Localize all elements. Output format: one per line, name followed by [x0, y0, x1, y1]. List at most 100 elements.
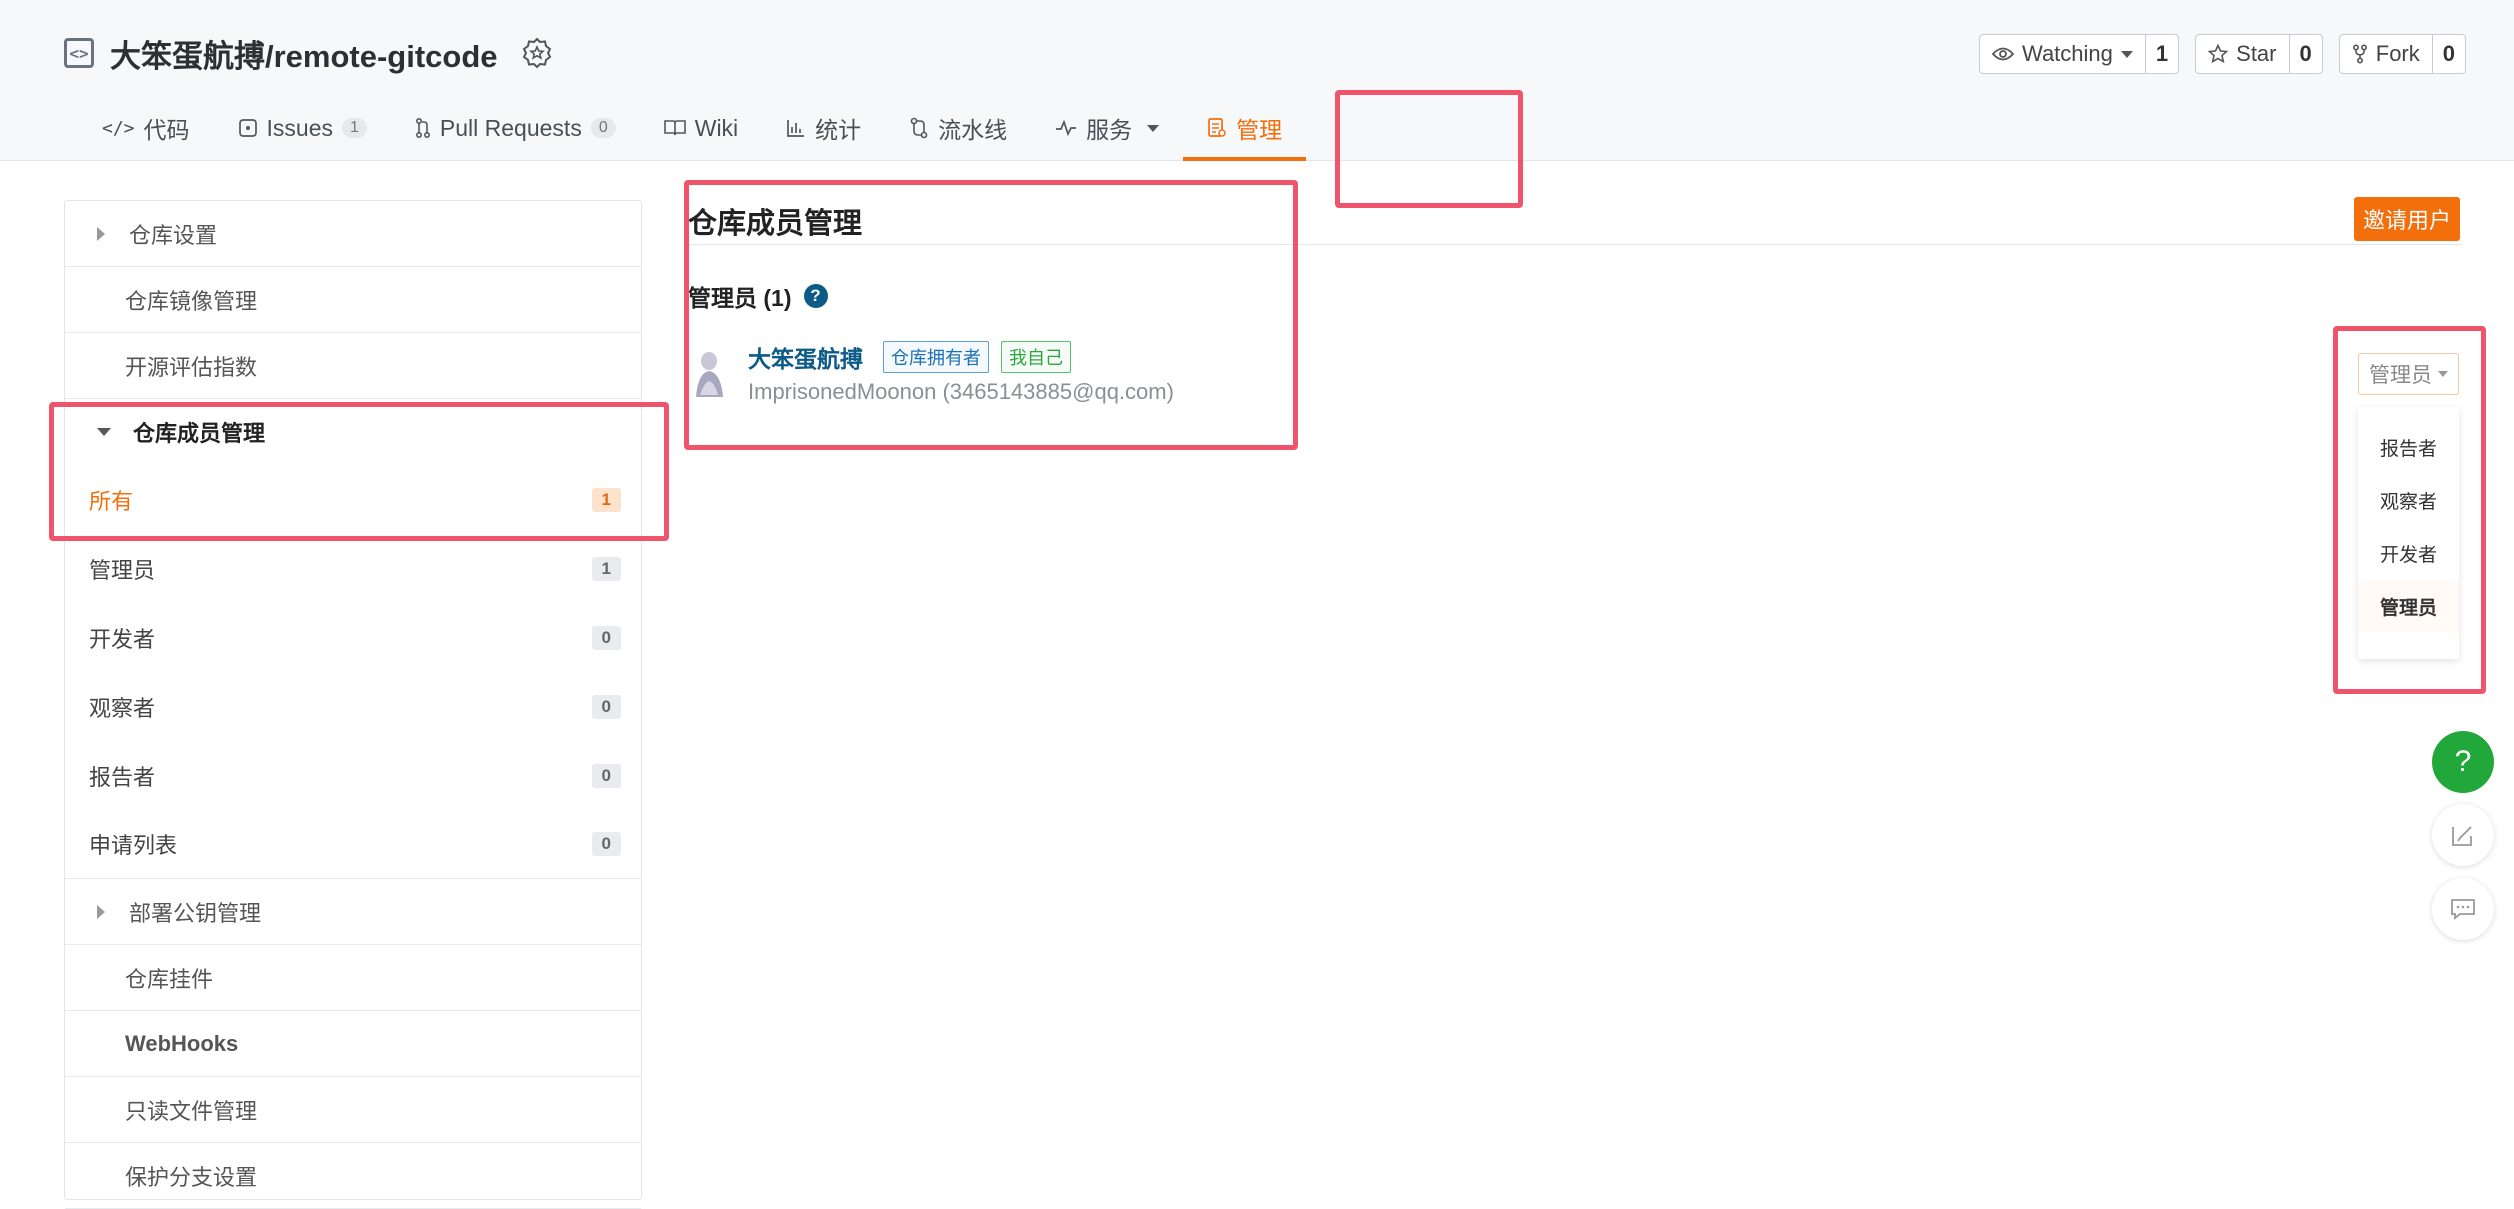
tab-manage[interactable]: 管理 — [1183, 108, 1307, 161]
page-title: 仓库成员管理 — [688, 208, 863, 240]
issue-icon — [238, 119, 257, 137]
settings-sidebar: 仓库设置 仓库镜像管理 开源评估指数 仓库成员管理 所有 1 管理员 1 开发者… — [64, 200, 642, 1209]
tab-stats-label: 统计 — [815, 117, 862, 143]
star-label: Star — [2236, 41, 2277, 66]
chevron-down-icon — [2438, 371, 2448, 377]
role-option-developer[interactable]: 开发者 — [2358, 527, 2459, 580]
sidebar-group-label: 部署公钥管理 — [129, 900, 262, 926]
tab-stats[interactable]: 统计 — [762, 108, 885, 148]
sidebar-item-observers[interactable]: 观察者 0 — [65, 672, 641, 741]
invite-user-button[interactable]: 邀请用户 — [2354, 197, 2460, 241]
repo-tabs: </> 代码 Issues 1 Pull Requests 0 Wiki 统计 … — [78, 108, 1307, 161]
tab-wiki[interactable]: Wiki — [640, 108, 762, 148]
tab-pull-requests[interactable]: Pull Requests 0 — [391, 108, 640, 148]
sidebar-item-label: 报告者 — [89, 764, 156, 790]
bar-chart-icon — [787, 120, 805, 137]
watch-count[interactable]: 1 — [2144, 35, 2178, 73]
tab-code-label: 代码 — [143, 117, 190, 143]
avatar[interactable] — [690, 347, 726, 403]
count-badge: 1 — [591, 487, 621, 512]
tab-services-label: 服务 — [1086, 117, 1133, 143]
sidebar-item-oss-index[interactable]: 开源评估指数 — [65, 333, 641, 399]
role-option-admin[interactable]: 管理员 — [2358, 580, 2459, 633]
caret-right-icon — [97, 226, 105, 241]
member-row: 大笨蛋航搏 仓库拥有者 我自己 ImprisonedMoonon (346514… — [690, 337, 1174, 405]
sidebar-item-applications[interactable]: 申请列表 0 — [65, 810, 641, 879]
repo-name-link[interactable]: 大笨蛋航搏/remote-gitcode — [110, 31, 498, 76]
divider — [688, 244, 2462, 245]
admin-section-title: 管理员 (1) ? — [688, 279, 828, 313]
sidebar-group-label: 仓库成员管理 — [133, 421, 266, 446]
caret-right-icon — [97, 904, 105, 919]
chevron-down-icon — [2120, 50, 2133, 58]
fork-icon — [2352, 44, 2367, 64]
pipeline-icon — [910, 117, 928, 139]
tab-pipeline-label: 流水线 — [938, 117, 1008, 143]
code-repo-icon: <> — [64, 38, 94, 68]
tab-manage-label: 管理 — [1236, 117, 1283, 143]
repo-actions: Watching 1 Star 0 Fork 0 — [1979, 34, 2466, 74]
role-option-observer[interactable]: 观察者 — [2358, 474, 2459, 527]
book-icon — [663, 120, 686, 136]
chat-fab-button[interactable] — [2432, 878, 2494, 940]
sidebar-item-admins[interactable]: 管理员 1 — [65, 534, 641, 603]
sidebar-item-webhooks[interactable]: WebHooks — [65, 1011, 641, 1077]
sidebar-item-mirror[interactable]: 仓库镜像管理 — [65, 267, 641, 333]
sidebar-item-protected-branches[interactable]: 保护分支设置 — [65, 1143, 641, 1209]
member-name-row: 大笨蛋航搏 仓库拥有者 我自己 — [748, 337, 1174, 377]
sidebar-item-label: 观察者 — [89, 695, 156, 721]
member-info: 大笨蛋航搏 仓库拥有者 我自己 ImprisonedMoonon (346514… — [748, 337, 1174, 405]
watch-button[interactable]: Watching 1 — [1979, 34, 2180, 74]
tab-issues[interactable]: Issues 1 — [214, 108, 391, 148]
edit-feedback-icon — [2452, 826, 2472, 846]
repo-header: <> 大笨蛋航搏/remote-gitcode Watching 1 Star … — [0, 0, 2514, 161]
help-fab-button[interactable]: ? — [2432, 731, 2494, 793]
count-badge: 0 — [591, 694, 621, 719]
count-badge: 0 — [591, 832, 621, 856]
sidebar-item-label: 申请列表 — [89, 833, 178, 858]
watch-label: Watching — [2022, 41, 2113, 66]
tab-issues-count: 1 — [342, 118, 367, 138]
badge-icon[interactable] — [520, 36, 554, 70]
tab-code[interactable]: </> 代码 — [78, 108, 214, 148]
star-count[interactable]: 0 — [2288, 35, 2322, 73]
pulse-icon — [1056, 120, 1077, 136]
tab-pipeline[interactable]: 流水线 — [885, 108, 1031, 148]
manage-icon — [1208, 118, 1226, 137]
sidebar-group-deploy-keys[interactable]: 部署公钥管理 — [65, 879, 641, 945]
role-select[interactable]: 管理员 — [2358, 353, 2459, 395]
sidebar-item-label: 所有 — [89, 488, 134, 514]
fork-label: Fork — [2375, 41, 2420, 66]
tab-issues-label: Issues — [266, 114, 333, 141]
sidebar-item-developers[interactable]: 开发者 0 — [65, 603, 641, 672]
member-name-link[interactable]: 大笨蛋航搏 — [748, 340, 863, 374]
feedback-fab-button[interactable] — [2432, 804, 2494, 866]
code-icon: </> — [102, 117, 135, 139]
eye-icon — [1992, 47, 2014, 61]
sidebar-group-members[interactable]: 仓库成员管理 — [65, 399, 641, 465]
count-badge: 0 — [591, 625, 621, 650]
fork-button[interactable]: Fork 0 — [2338, 34, 2466, 74]
star-icon — [2208, 44, 2229, 64]
pull-request-icon — [415, 117, 430, 139]
chat-icon — [2451, 899, 2475, 920]
sidebar-item-label: 管理员 — [89, 557, 156, 583]
tab-services[interactable]: 服务 — [1031, 108, 1183, 148]
repo-title-row: <> 大笨蛋航搏/remote-gitcode — [64, 30, 554, 76]
star-button[interactable]: Star 0 — [2195, 34, 2323, 74]
owner-badge: 仓库拥有者 — [883, 341, 989, 373]
sidebar-item-readonly-files[interactable]: 只读文件管理 — [65, 1077, 641, 1143]
section-title-text: 管理员 (1) — [688, 285, 792, 311]
myself-badge: 我自己 — [1001, 341, 1071, 373]
sidebar-item-widgets[interactable]: 仓库挂件 — [65, 945, 641, 1011]
role-dropdown-menu: 报告者 观察者 开发者 管理员 — [2358, 407, 2459, 659]
caret-down-icon — [97, 428, 111, 436]
tab-wiki-label: Wiki — [694, 114, 739, 141]
help-icon[interactable]: ? — [803, 284, 828, 308]
role-option-reporter[interactable]: 报告者 — [2358, 421, 2459, 474]
sidebar-item-reporters[interactable]: 报告者 0 — [65, 741, 641, 810]
sidebar-item-all[interactable]: 所有 1 — [65, 465, 641, 534]
chevron-down-icon — [1147, 124, 1160, 132]
fork-count[interactable]: 0 — [2431, 35, 2465, 73]
sidebar-group-repo-settings[interactable]: 仓库设置 — [65, 201, 641, 267]
